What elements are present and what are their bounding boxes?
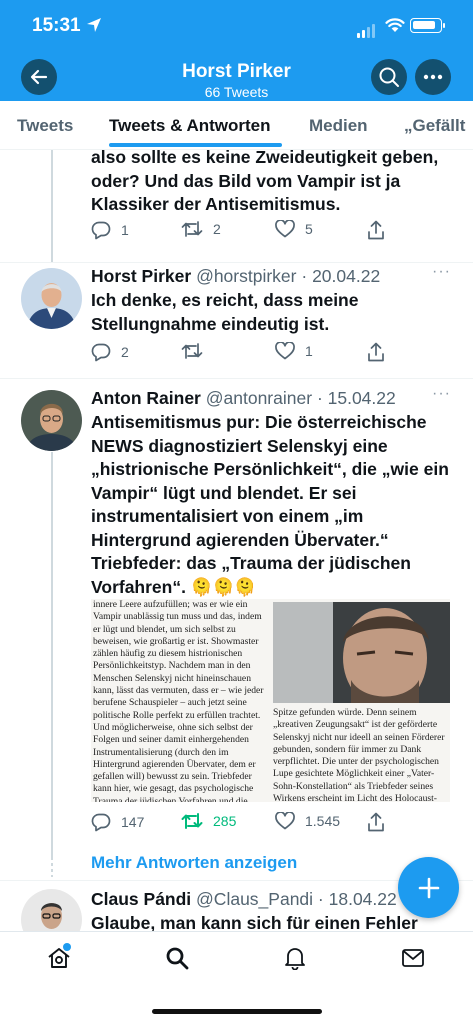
tweet-actions: 2 1 [91, 342, 461, 366]
tab-tweets[interactable]: Tweets [17, 116, 73, 136]
search-icon [166, 947, 189, 970]
like-button[interactable]: 1.545 [275, 812, 340, 830]
more-options-button[interactable] [415, 59, 451, 95]
tweet-actions: 1 2 5 [91, 220, 461, 244]
retweet-button[interactable] [181, 342, 203, 360]
reply-button[interactable]: 147 [91, 812, 144, 832]
retweet-count: 285 [213, 813, 237, 829]
mail-icon [402, 949, 424, 967]
tweet-header: Horst Pirker @horstpirker · 20.04.22 [91, 266, 380, 287]
like-button[interactable]: 5 [275, 220, 313, 238]
avatar-image-horst-pirker [21, 268, 82, 329]
app-header: 15:31 Horst Pirker 66 Tweets [0, 0, 473, 101]
reply-count: 1 [121, 222, 129, 238]
bell-icon [285, 948, 305, 971]
show-more-replies-link[interactable]: Mehr Antworten anzeigen [91, 853, 297, 873]
tweet-date[interactable]: · 15.04.22 [317, 388, 396, 408]
tab-media[interactable]: Medien [309, 116, 368, 136]
avatar[interactable] [21, 390, 82, 451]
like-count: 1 [305, 343, 313, 359]
tweet-text: also sollte es keine Zweideutigkeit gebe… [91, 147, 439, 214]
nav-search[interactable] [165, 946, 189, 975]
tweet-date[interactable]: · 18.04.22 [318, 889, 397, 909]
author-handle[interactable]: @antonrainer [206, 388, 312, 408]
like-button[interactable]: 1 [275, 342, 313, 360]
tweet-menu-button[interactable]: ··· [432, 263, 451, 281]
profile-tabs: Tweets Tweets & Antworten Medien „Gefäll… [0, 101, 473, 150]
like-count: 5 [305, 221, 313, 237]
author-name[interactable]: Horst Pirker [91, 266, 191, 286]
compose-tweet-button[interactable] [398, 857, 459, 918]
plus-icon [418, 877, 439, 898]
wifi-icon [385, 18, 405, 32]
nav-messages[interactable] [401, 946, 425, 975]
search-icon [379, 67, 399, 87]
reply-icon [91, 221, 111, 240]
author-name[interactable]: Claus Pándi [91, 889, 191, 909]
battery-icon [410, 18, 445, 33]
reply-icon [91, 813, 111, 832]
share-button[interactable] [367, 812, 385, 832]
home-indicator [152, 1009, 322, 1014]
author-name[interactable]: Anton Rainer [91, 388, 201, 408]
article-image[interactable]: innere Leere aufzufüllen; was er wie ein… [91, 599, 450, 802]
avatar[interactable] [21, 268, 82, 329]
tweet-divider [0, 262, 473, 263]
tweet-text: Ich denke, es reicht, dass meine Stellun… [91, 290, 359, 334]
reply-count: 147 [121, 814, 145, 830]
reply-button[interactable]: 1 [91, 220, 129, 240]
tweet-menu-button[interactable]: ··· [432, 385, 451, 403]
author-handle[interactable]: @Claus_Pandi [196, 889, 313, 909]
tweet-actions: 147 285 1.545 [91, 812, 461, 836]
retweet-button[interactable]: 285 [181, 812, 236, 830]
retweet-icon [181, 343, 203, 359]
article-photo [273, 602, 450, 703]
status-time: 15:31 [32, 15, 81, 36]
nav-notifications[interactable] [283, 946, 307, 975]
like-count: 1.545 [305, 813, 341, 829]
reply-button[interactable]: 2 [91, 342, 129, 362]
share-button[interactable] [367, 342, 385, 362]
notification-dot [63, 943, 71, 951]
thread-dots [51, 857, 53, 877]
share-icon [368, 812, 384, 832]
retweet-icon [181, 221, 203, 237]
heart-icon [275, 812, 295, 830]
tab-tweets-and-replies[interactable]: Tweets & Antworten [109, 116, 271, 136]
retweet-icon [181, 813, 203, 829]
tweet-text: Antisemitismus pur: Die österreichische … [91, 412, 449, 597]
reply-icon [91, 343, 111, 362]
author-handle[interactable]: @horstpirker [196, 266, 296, 286]
tab-likes[interactable]: „Gefällt [404, 116, 465, 136]
nav-home[interactable] [47, 943, 71, 975]
avatar-image-anton-rainer [21, 390, 82, 451]
article-left-column: innere Leere aufzufüllen; was er wie ein… [93, 599, 264, 802]
tweet-divider [0, 378, 473, 379]
heart-icon [275, 342, 295, 360]
tweet-date[interactable]: · 20.04.22 [301, 266, 380, 286]
more-horizontal-icon [423, 74, 443, 80]
heart-icon [275, 220, 295, 238]
tweet-header: Anton Rainer @antonrainer · 15.04.22 [91, 388, 396, 409]
location-arrow-icon [87, 18, 101, 32]
reply-count: 2 [121, 344, 129, 360]
tweet-header: Claus Pándi @Claus_Pandi · 18.04.22 [91, 889, 397, 910]
status-bar: 15:31 [0, 0, 473, 50]
thread-line [51, 150, 53, 262]
retweet-count: 2 [213, 221, 221, 237]
share-button[interactable] [367, 220, 385, 240]
share-icon [368, 342, 384, 362]
portrait-photo [273, 602, 450, 703]
retweet-button[interactable]: 2 [181, 220, 221, 238]
search-button[interactable] [371, 59, 407, 95]
cellular-signal-icon [357, 20, 377, 38]
thread-line [51, 452, 53, 857]
article-right-column: Spitze gefunden würde. Denn seinem „krea… [273, 707, 445, 802]
share-icon [368, 220, 384, 240]
